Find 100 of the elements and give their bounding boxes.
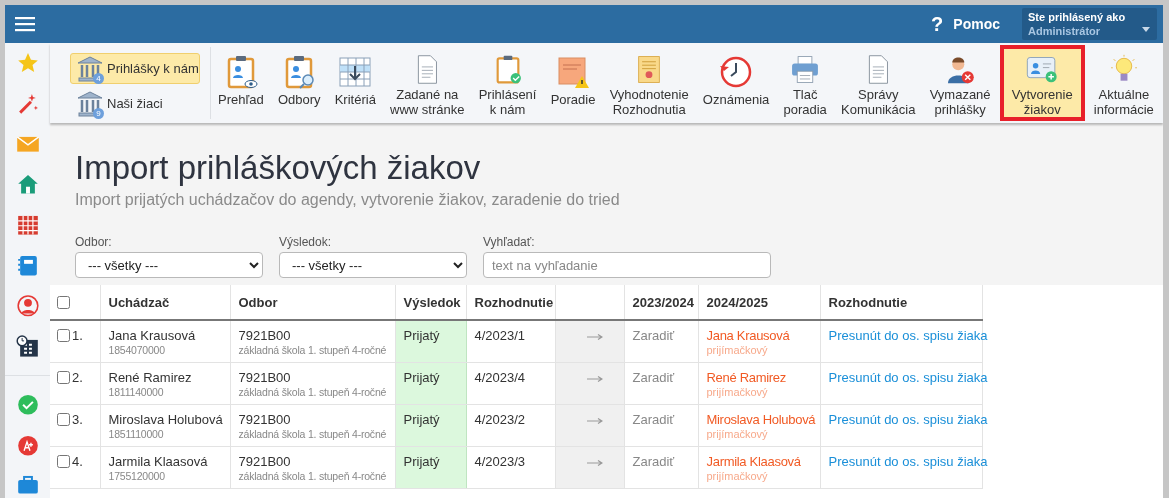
table-arrow-icon <box>337 54 374 90</box>
toolbar-button[interactable]: Zadané na www stránke <box>385 45 470 121</box>
column-header: Uchádzač <box>108 294 170 310</box>
student-type: prijímačkový <box>706 427 769 440</box>
count-badge: 4 <box>93 72 104 84</box>
program-code: 7921B00 <box>238 411 292 427</box>
toolbar-button[interactable]: Poradie <box>545 45 601 121</box>
applicant-id: 1854070000 <box>108 344 166 356</box>
help-icon: ? <box>931 12 944 36</box>
applicant-name: René Ramirez <box>108 369 193 385</box>
decision-number: 4/2023/4 <box>474 369 526 385</box>
toolbar-button[interactable]: Tlač poradia <box>778 45 832 121</box>
toolbar-button[interactable]: Aktuálne informácie <box>1088 45 1159 121</box>
check-circle-icon[interactable] <box>15 393 40 417</box>
toolbar-button[interactable]: Správy Komunikácia <box>836 45 921 121</box>
field-label: Výsledok: <box>279 235 333 249</box>
warning-note-icon <box>555 54 592 90</box>
menu-icon[interactable] <box>15 16 35 32</box>
applicant-name: Jana Krausová <box>108 328 197 343</box>
arrow-icon <box>586 334 603 340</box>
program-code: 7921B00 <box>238 328 292 343</box>
program-code: 7921B00 <box>238 369 292 385</box>
column-header: 2023/2024 <box>632 294 694 310</box>
row-number: 4. <box>72 453 83 469</box>
checkbox[interactable] <box>57 329 70 342</box>
page-title: Import prihláškových žiakov <box>75 149 482 187</box>
result-cell: Prijatý <box>395 320 466 362</box>
program-name: základná škola 1. stupeň 4-ročné <box>238 385 387 398</box>
row-number: 2. <box>72 369 83 385</box>
select-field[interactable]: --- všetky --- <box>279 252 467 278</box>
arrow-icon <box>586 459 603 466</box>
notebook-icon[interactable] <box>15 253 40 278</box>
toolbar-button[interactable]: Vymazané prihlášky <box>924 45 996 121</box>
user-icon[interactable] <box>15 294 40 318</box>
toolbar-button[interactable]: Vyhodnotenie Rozhodnutia <box>604 45 694 121</box>
user-menu[interactable]: Ste prihlásený ako Administrátor <box>1022 8 1157 40</box>
arrow-icon <box>586 417 603 424</box>
toolbar-button[interactable]: Kritériá <box>329 45 381 121</box>
toolbar-button[interactable]: Oznámenia <box>697 45 775 121</box>
column-header: Výsledok <box>403 294 461 310</box>
count-badge: 9 <box>93 107 104 119</box>
result-cell: Prijatý <box>395 362 466 404</box>
column-header: Odbor <box>238 294 278 310</box>
arrow-icon <box>586 375 603 382</box>
row-number: 3. <box>72 411 83 427</box>
move-link[interactable]: Presunút do os. spisu žiaka <box>828 453 988 469</box>
star-icon[interactable] <box>15 51 40 75</box>
search-field[interactable]: text na vyhľadanie <box>483 252 771 278</box>
move-link[interactable]: Presunút do os. spisu žiaka <box>828 411 988 427</box>
program-name: základná škola 1. stupeň 4-ročné <box>238 469 387 482</box>
toolbar-button[interactable]: Prehľad <box>213 45 269 121</box>
toolbar-button[interactable]: 9 Naši žiaci <box>70 88 200 119</box>
toolbar-button[interactable]: 4 Prihlášky k nám <box>70 53 200 84</box>
assign-text: Zaradiť <box>632 328 675 343</box>
toolbar-button[interactable]: Odbory <box>272 45 326 121</box>
applicant-id: 1811140000 <box>108 385 165 398</box>
page-subtitle: Import prijatých uchádzačov do agendy, vytvorenie žiakov, zaradenie do tried <box>75 191 621 209</box>
result-cell: Prijatý <box>395 404 466 446</box>
grade-icon[interactable] <box>15 433 40 458</box>
toolbar-button[interactable]: Prihlásení k nám <box>473 45 542 121</box>
bank-icon <box>77 55 103 82</box>
field-label: Vyhľadať: <box>483 235 536 249</box>
checkbox[interactable] <box>57 295 70 309</box>
move-link[interactable]: Presunút do os. spisu žiaka <box>828 369 988 385</box>
select-field[interactable]: --- všetky --- <box>75 252 263 278</box>
program-code: 7921B00 <box>238 453 292 469</box>
student-name: Jana Krausová <box>706 328 791 343</box>
applicant-id: 1755120000 <box>108 469 166 482</box>
checkbox[interactable] <box>57 370 70 384</box>
student-type: prijímačkový <box>706 385 769 398</box>
applicant-name: Jarmila Klaasová <box>108 453 209 469</box>
column-header: Rozhodnutie <box>828 294 908 310</box>
program-name: základná škola 1. stupeň 4-ročné <box>238 427 387 440</box>
student-type: prijímačkový <box>706 344 769 356</box>
applicant-id: 1851110000 <box>108 427 165 440</box>
program-name: základná škola 1. stupeň 4-ročné <box>238 344 387 356</box>
student-name: Jarmila Klaasová <box>706 453 802 469</box>
assign-text: Zaradiť <box>632 411 675 427</box>
toolbar-button[interactable]: Vytvorenie žiakov <box>999 45 1085 121</box>
house-icon[interactable] <box>15 172 40 197</box>
field-label: Odbor: <box>75 235 113 249</box>
decision-number: 4/2023/1 <box>474 328 526 343</box>
row-number: 1. <box>72 328 83 343</box>
column-header: Rozhodnutie <box>474 294 554 310</box>
help-link[interactable]: ? Pomoc <box>931 12 1000 36</box>
calendar-clock-icon[interactable] <box>15 334 40 359</box>
decision-number: 4/2023/2 <box>474 411 526 427</box>
applicant-name: Miroslava Holubová <box>108 411 222 427</box>
assign-text: Zaradiť <box>632 369 675 385</box>
caret-icon <box>1142 27 1150 32</box>
calendar-icon[interactable] <box>15 213 40 237</box>
bank-icon <box>77 90 103 117</box>
student-name: René Ramirez <box>706 369 787 385</box>
column-header: 2024/2025 <box>706 294 768 310</box>
student-type: prijímačkový <box>706 469 769 482</box>
checkbox[interactable] <box>57 454 70 468</box>
checkbox[interactable] <box>57 412 70 426</box>
move-link[interactable]: Presunút do os. spisu žiaka <box>828 328 988 343</box>
decision-number: 4/2023/3 <box>474 453 526 469</box>
result-cell: Prijatý <box>395 446 466 488</box>
